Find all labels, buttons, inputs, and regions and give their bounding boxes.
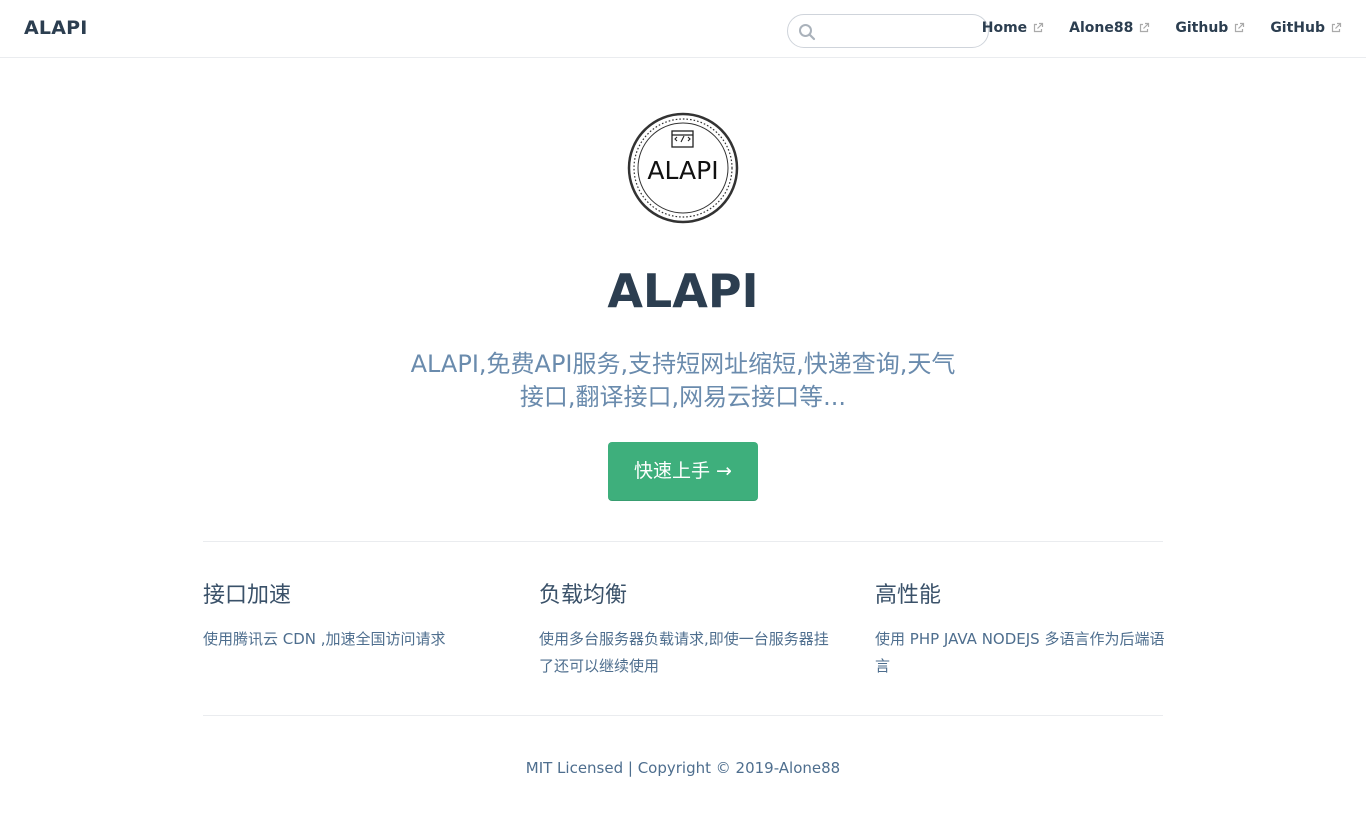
nav-link-label: Github <box>1175 20 1229 36</box>
feature-item: 负载均衡 使用多台服务器负载请求,即使一台服务器挂了还可以继续使用 <box>539 542 829 680</box>
feature-item: 高性能 使用 PHP JAVA NODEJS 多语言作为后端语言 <box>875 542 1165 680</box>
feature-item: 接口加速 使用腾讯云 CDN ,加速全国访问请求 <box>203 542 493 653</box>
footer: MIT Licensed | Copyright © 2019-Alone88 <box>525 759 841 777</box>
external-link-icon <box>1140 22 1150 33</box>
logo-text: ALAPI <box>647 156 718 185</box>
nav-link-label: Home <box>981 20 1028 36</box>
hero-description: ALAPI,免费API服务,支持短网址缩短,快递查询,天气接口,翻译接口,网易云… <box>410 350 956 411</box>
search-icon <box>799 24 816 41</box>
nav-link-github[interactable]: Github <box>1175 20 1245 36</box>
nav-link-label: GitHub <box>1270 20 1325 36</box>
feature-title: 高性能 <box>875 583 942 608</box>
navbar: ALAPI Home Alone88 Github GitHub <box>0 0 1366 58</box>
features: 接口加速 使用腾讯云 CDN ,加速全国访问请求 负载均衡 使用多台服务器负载请… <box>203 541 1165 716</box>
nav-link-github-2[interactable]: GitHub <box>1270 20 1342 36</box>
nav-link-label: Alone88 <box>1069 20 1134 36</box>
nav-link-home[interactable]: Home <box>982 20 1044 36</box>
site-name-link[interactable]: ALAPI <box>24 17 88 39</box>
get-started-button[interactable]: 快速上手 → <box>608 442 758 501</box>
feature-details: 使用 PHP JAVA NODEJS 多语言作为后端语言 <box>875 630 1165 675</box>
nav-links: Home Alone88 Github GitHub <box>957 20 1342 36</box>
hero-title: ALAPI <box>607 264 759 318</box>
external-link-icon <box>1235 22 1245 33</box>
nav-link-alone88[interactable]: Alone88 <box>1069 20 1150 36</box>
feature-title: 接口加速 <box>203 583 292 608</box>
logo-seal: ALAPI <box>627 112 739 224</box>
external-link-icon <box>1331 22 1342 33</box>
feature-details: 使用多台服务器负载请求,即使一台服务器挂了还可以继续使用 <box>539 630 829 675</box>
feature-title: 负载均衡 <box>539 583 628 608</box>
external-link-icon <box>1034 22 1044 33</box>
feature-details: 使用腾讯云 CDN ,加速全国访问请求 <box>203 630 446 648</box>
